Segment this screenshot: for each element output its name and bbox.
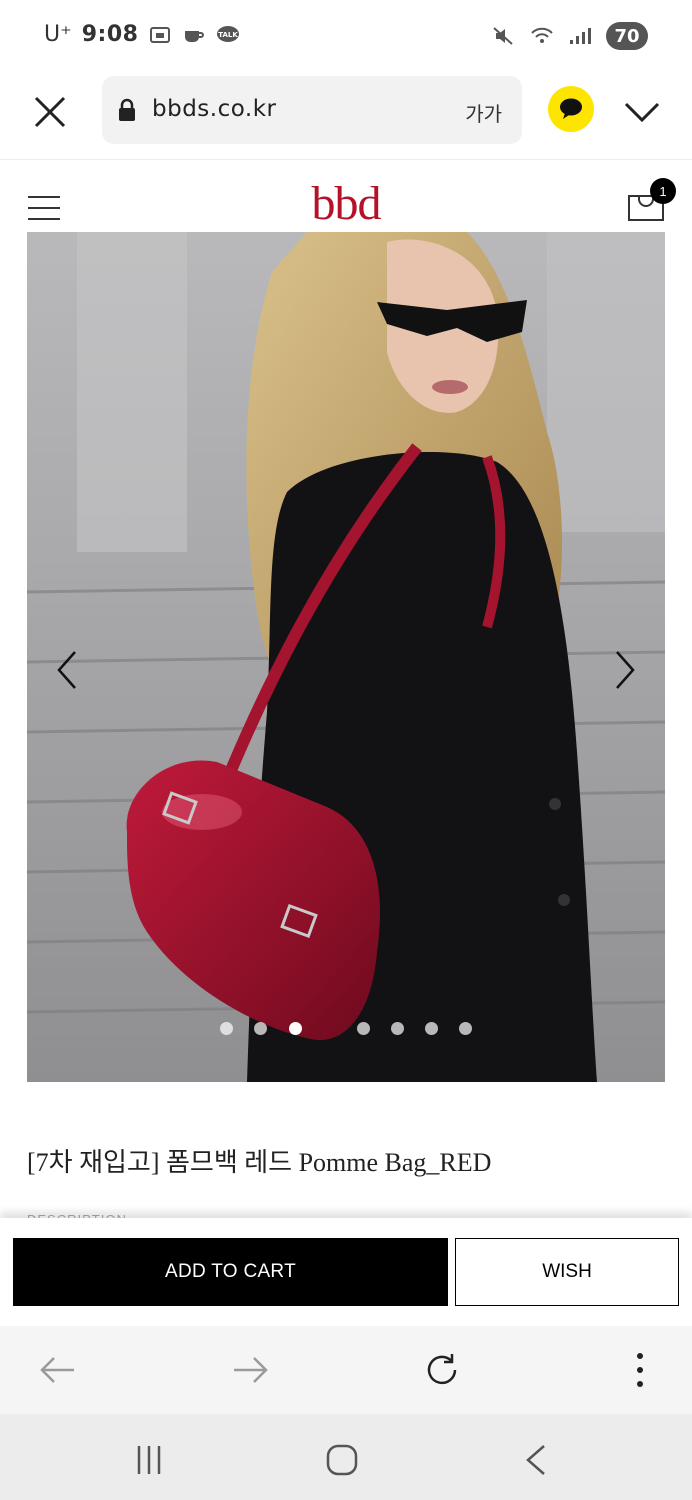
wifi-icon — [531, 27, 553, 43]
clock: 9:08 — [81, 22, 139, 47]
status-left: U⁺ 9:08 TALK — [44, 22, 240, 47]
carrier-label: U⁺ — [44, 22, 72, 47]
url-text: bbds.co.kr — [152, 96, 277, 122]
carousel-dot[interactable] — [357, 1022, 370, 1035]
lock-icon — [119, 98, 135, 121]
svg-text:TALK: TALK — [219, 31, 239, 39]
address-bar[interactable]: bbds.co.kr 가가 — [102, 76, 522, 144]
chevron-left-icon[interactable] — [53, 648, 83, 692]
carousel-dots — [27, 1022, 665, 1036]
product-image-carousel[interactable] — [27, 232, 665, 1082]
carousel-dot[interactable] — [425, 1022, 438, 1035]
more-vertical-icon[interactable] — [620, 1350, 660, 1390]
status-bar: U⁺ 9:08 TALK 70 — [0, 0, 692, 74]
battery-indicator: 70 — [606, 22, 648, 50]
close-icon[interactable] — [28, 90, 72, 134]
kakao-talk-button[interactable] — [548, 86, 594, 132]
browser-navigation-bar — [0, 1326, 692, 1414]
carousel-dot[interactable] — [289, 1022, 302, 1035]
product-title: [7차 재입고] 폼므백 레드 Pomme Bag_RED — [27, 1148, 492, 1177]
site-header: bbd 1 — [0, 160, 692, 232]
kakao-talk-icon — [560, 98, 582, 119]
product-photo — [27, 232, 665, 1082]
coffee-icon — [185, 30, 205, 42]
carousel-dot[interactable] — [254, 1022, 267, 1035]
text-size-button[interactable]: 가가 — [465, 98, 502, 127]
status-right: 70 — [492, 22, 648, 50]
chevron-right-icon[interactable] — [609, 648, 639, 692]
browser-toolbar: bbds.co.kr 가가 — [0, 74, 692, 160]
system-navigation-bar — [0, 1414, 692, 1500]
wish-button[interactable]: WISH — [455, 1238, 679, 1306]
carousel-dot[interactable] — [220, 1022, 233, 1035]
carousel-dot[interactable] — [391, 1022, 404, 1035]
arrow-right-icon[interactable] — [230, 1350, 270, 1390]
signal-icon — [570, 28, 591, 44]
home-icon[interactable] — [324, 1442, 360, 1478]
mute-icon — [493, 27, 513, 45]
carousel-dot[interactable] — [459, 1022, 472, 1035]
back-icon[interactable] — [518, 1442, 554, 1478]
refresh-icon[interactable] — [422, 1350, 462, 1390]
cart-count-badge: 1 — [650, 178, 676, 204]
talk-icon: TALK — [217, 25, 240, 42]
add-to-cart-button[interactable]: ADD TO CART — [13, 1238, 448, 1306]
recent-apps-icon[interactable] — [131, 1442, 167, 1478]
screenshot-icon — [150, 26, 171, 43]
brand-logo[interactable]: bbd — [0, 180, 692, 228]
arrow-left-icon[interactable] — [38, 1350, 78, 1390]
chevron-down-icon[interactable] — [622, 92, 662, 132]
purchase-action-bar: ADD TO CART WISH — [0, 1218, 692, 1326]
